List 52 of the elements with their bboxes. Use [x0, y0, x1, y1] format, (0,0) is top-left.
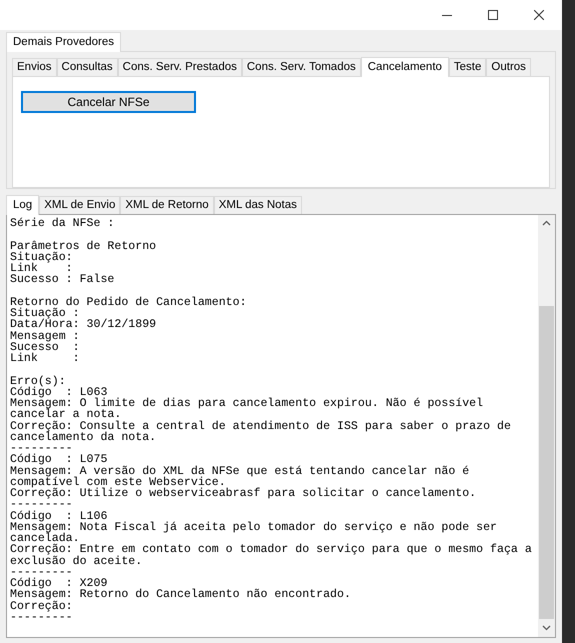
log-line: Mensagem: O limite de dias para cancelamento expirou. Não é possível: [10, 398, 484, 410]
log-line: exclusão do aceite.: [10, 556, 142, 567]
tab[interactable]: Cons. Serv. Prestados: [118, 58, 242, 76]
tab[interactable]: Cons. Serv. Tomados: [242, 58, 361, 76]
log-line: Correção: Utilize o webserviceabrasf para solicitar o cancelamento.: [10, 488, 476, 500]
log-line: Situação:: [10, 252, 73, 263]
log-line: Código : L075: [10, 454, 108, 466]
log-line: Mensagem: A versão do XML da NFSe que está tentando cancelar não é: [10, 466, 470, 477]
log-line: compatível com este Webservice.: [10, 476, 226, 488]
log-line: cancelamento da nota.: [10, 432, 156, 443]
log-line: Mensagem: Nota Fiscal já aceita pelo tomador do serviço e não pode ser: [10, 522, 498, 533]
scrollbar-thumb[interactable]: [539, 306, 554, 619]
tab[interactable]: Consultas: [56, 58, 118, 76]
log-line: Correção:: [10, 600, 73, 612]
tab[interactable]: Cancelamento: [360, 57, 449, 77]
log-line: Parâmetros de Retorno: [10, 240, 156, 252]
log-line: Retorno do Pedido de Cancelamento:: [10, 296, 247, 308]
log-line: Data/Hora: 30/12/1899: [10, 319, 156, 330]
log-line: Série da NFSe :: [10, 218, 114, 230]
log-line: Código : L063: [10, 386, 108, 398]
log-line: Link :: [10, 263, 73, 274]
maximize-icon[interactable]: [488, 10, 498, 20]
log-line: Sucesso : False: [10, 274, 114, 286]
tab[interactable]: XML de Envio: [39, 196, 120, 214]
tab[interactable]: Demais Provedores: [6, 32, 121, 52]
vertical-scrollbar[interactable]: [538, 215, 555, 637]
log-line: Correção: Entre em contato com o tomador do serviço para que o mesmo faça a: [10, 544, 532, 556]
log-line: Link :: [10, 353, 80, 364]
log-line: Correção: Consulte a central de atendimento de ISS para saber o prazo de: [10, 420, 511, 432]
tab[interactable]: XML das Notas: [214, 196, 302, 214]
close-icon[interactable]: [534, 10, 544, 20]
log-line: ---------: [10, 566, 73, 578]
log-line: Código : L106: [10, 510, 108, 522]
log-line: ---------: [10, 443, 73, 454]
log-line: Sucesso :: [10, 342, 80, 353]
log-line: cancelar a nota.: [10, 409, 122, 420]
log-line: cancelada.: [10, 533, 80, 544]
log-line: Mensagem: Retorno do Cancelamento não encontrado.: [10, 589, 351, 600]
log-line: Mensagem :: [10, 330, 80, 342]
cancel-nfse-button[interactable]: Cancelar NFSe: [21, 91, 196, 113]
log-line: ---------: [10, 612, 73, 623]
tab[interactable]: Teste: [448, 58, 486, 76]
tab[interactable]: Envios: [12, 58, 57, 76]
log-line: Código : X209: [10, 578, 108, 590]
log-line: ---------: [10, 499, 73, 510]
tab[interactable]: Log: [6, 195, 40, 215]
scroll-down-icon[interactable]: [542, 625, 551, 631]
log-line: Situação :: [10, 308, 80, 320]
tab[interactable]: XML de Retorno: [120, 196, 214, 214]
tab[interactable]: Outros: [486, 58, 531, 76]
log-line: Erro(s):: [10, 376, 66, 387]
scroll-up-icon[interactable]: [542, 220, 551, 226]
